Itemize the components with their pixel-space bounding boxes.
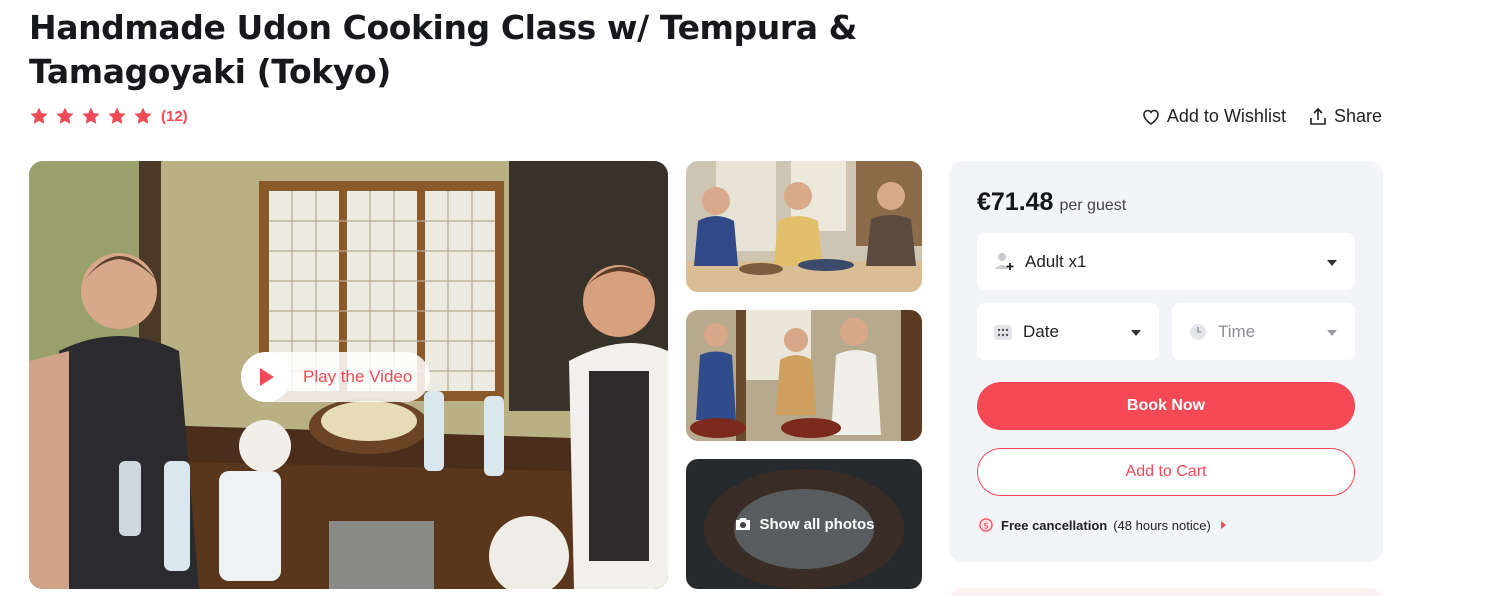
guests-select[interactable]: Adult x1 — [977, 233, 1355, 290]
star-icon — [56, 107, 74, 124]
time-select[interactable]: Time — [1172, 303, 1355, 360]
page-title: Handmade Udon Cooking Class w/ Tempura &… — [29, 8, 858, 91]
share-icon — [1310, 107, 1326, 125]
play-icon — [241, 352, 291, 402]
free-cancellation-info[interactable]: $ Free cancellation (48 hours notice) — [977, 516, 1226, 534]
user-add-icon — [995, 252, 1014, 270]
thumbnail-image — [686, 161, 922, 292]
date-placeholder: Date — [1023, 321, 1059, 341]
gallery-thumbnail[interactable] — [686, 161, 922, 292]
show-all-photos-button[interactable]: Show all photos — [686, 459, 922, 589]
share-button[interactable]: Share — [1308, 106, 1382, 127]
date-select[interactable]: Date — [977, 303, 1159, 360]
price-row: €71.48 per guest — [977, 188, 1126, 217]
play-video-label: Play the Video — [303, 367, 413, 386]
book-now-button[interactable]: Book Now — [977, 382, 1355, 430]
main-photo[interactable]: Play the Video — [29, 161, 668, 589]
wishlist-label: Add to Wishlist — [1166, 106, 1286, 126]
clock-icon — [1190, 323, 1206, 340]
svg-text:$: $ — [983, 522, 989, 532]
heart-icon — [1143, 109, 1159, 125]
booking-card: €71.48 per guest Adult x1 Date Time Book… — [949, 161, 1383, 562]
star-icon — [134, 107, 152, 124]
show-all-photos-tile[interactable]: Show all photos — [686, 459, 922, 589]
price-unit: per guest — [1059, 197, 1127, 214]
price: €71.48 — [977, 188, 1054, 216]
review-count[interactable]: (12) — [161, 108, 188, 125]
share-label: Share — [1333, 106, 1382, 126]
add-to-wishlist-button[interactable]: Add to Wishlist — [1141, 106, 1286, 127]
calendar-icon — [994, 324, 1012, 340]
next-card-edge — [949, 588, 1383, 596]
thumbnail-image — [686, 310, 922, 441]
time-placeholder: Time — [1218, 321, 1256, 341]
star-icon — [108, 107, 126, 124]
gallery-thumbnail[interactable] — [686, 310, 922, 441]
cancellation-title: Free cancellation — [1001, 517, 1108, 533]
header-actions: Add to Wishlist Share — [1141, 106, 1382, 127]
rating[interactable]: (12) — [29, 106, 188, 126]
dollar-badge-icon: $ — [978, 517, 994, 533]
camera-icon — [735, 518, 750, 530]
chevron-down-icon — [1327, 329, 1337, 336]
guests-value: Adult x1 — [1025, 251, 1087, 271]
chevron-right-icon[interactable] — [1220, 521, 1226, 529]
chevron-down-icon — [1327, 259, 1337, 266]
cancellation-note: (48 hours notice) — [1113, 517, 1211, 533]
star-icon — [30, 107, 48, 124]
chevron-down-icon — [1131, 329, 1141, 336]
add-to-cart-button[interactable]: Add to Cart — [977, 448, 1355, 496]
play-video-button[interactable]: Play the Video — [241, 352, 431, 402]
show-all-label: Show all photos — [759, 515, 875, 533]
star-icon — [82, 107, 100, 124]
